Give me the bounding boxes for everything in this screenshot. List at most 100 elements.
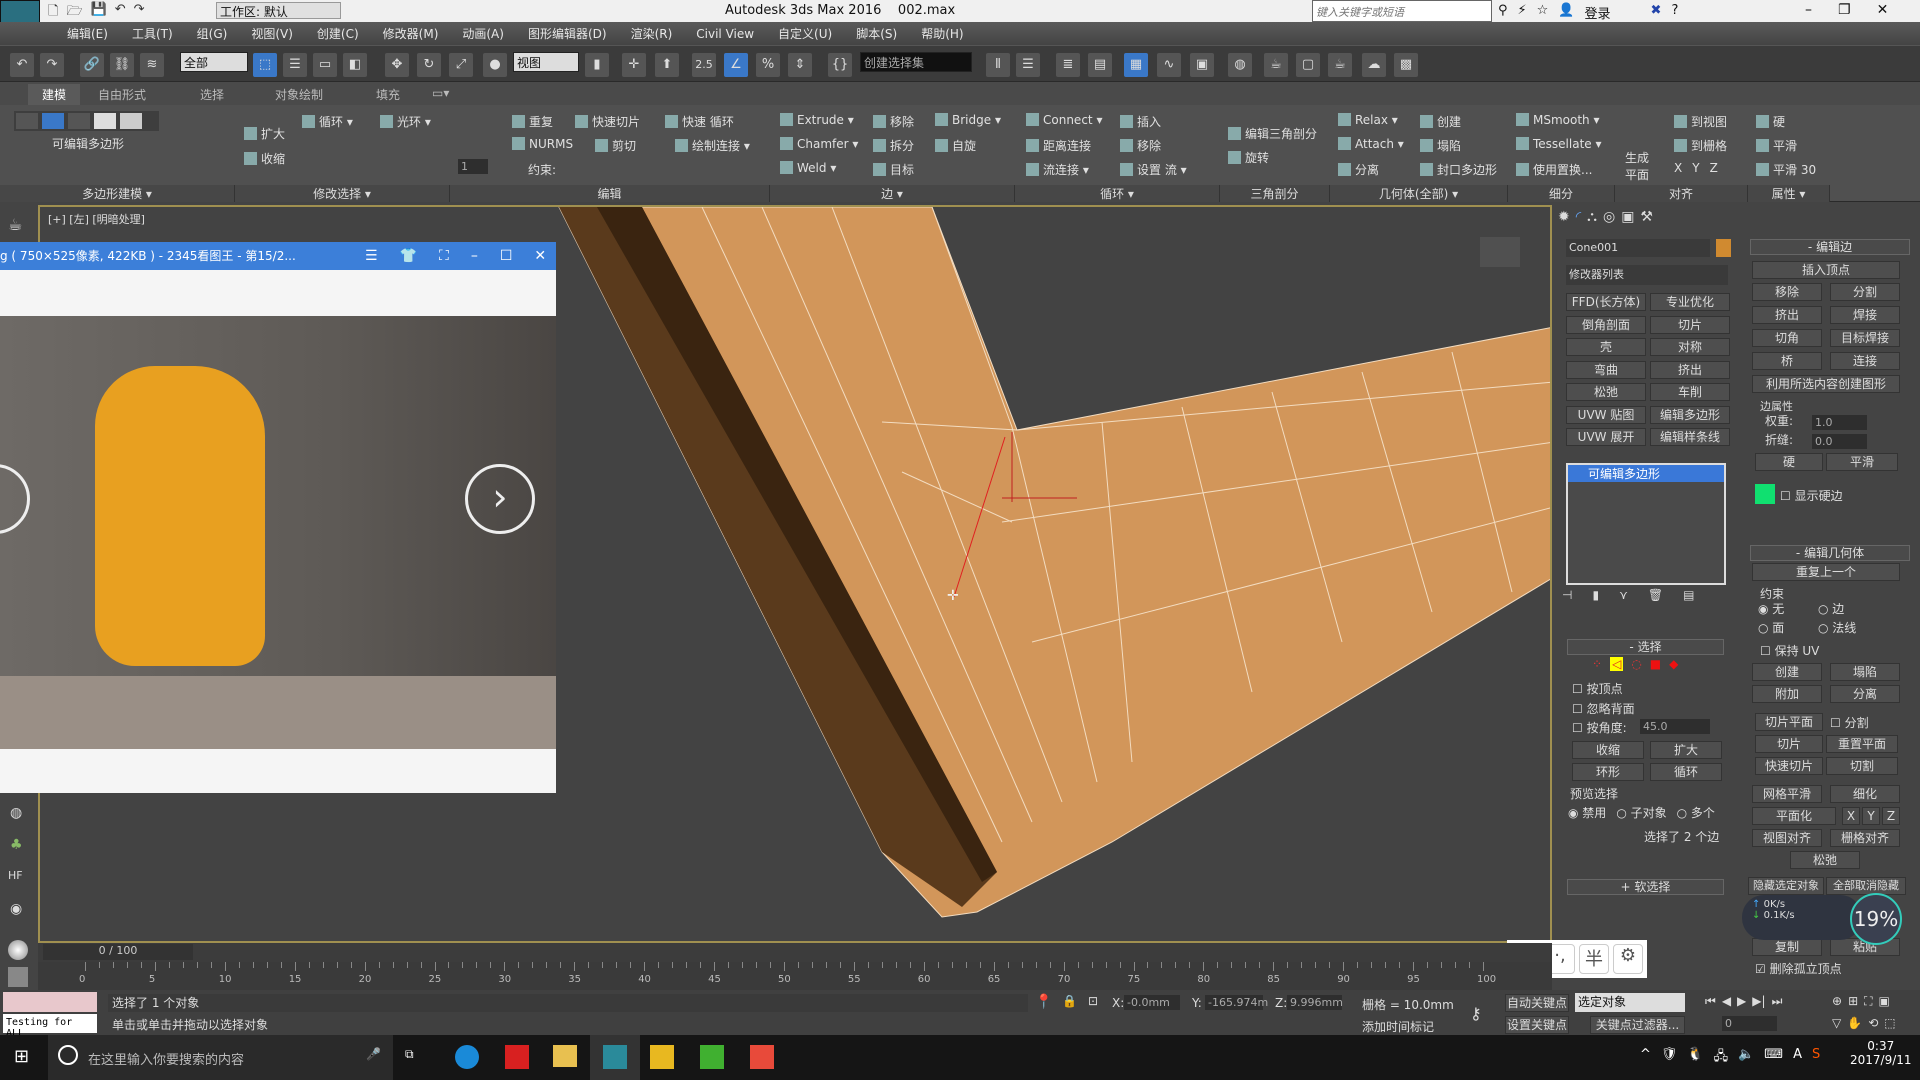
absolute-mode-icon[interactable]: ⊡: [1088, 994, 1098, 1008]
tab-modeling[interactable]: 建模: [28, 84, 81, 105]
help-search-input[interactable]: 键入关键字或短语: [1312, 0, 1492, 22]
ring-button[interactable]: 光环 ▾: [380, 113, 431, 130]
planarize-x-button[interactable]: X: [1842, 807, 1860, 825]
material-editor-icon[interactable]: ◍: [1228, 53, 1252, 77]
camera-icon[interactable]: ◉: [10, 901, 22, 917]
toggle-ribbon-icon[interactable]: ▤: [1088, 53, 1112, 77]
security-icon[interactable]: 🛡: [1661, 1047, 1678, 1069]
create-tab-icon[interactable]: ✹: [1558, 209, 1570, 225]
save-icon[interactable]: 💾: [91, 2, 107, 24]
modifier-button[interactable]: 编辑多边形: [1650, 405, 1730, 424]
planarize-z-button[interactable]: Z: [1882, 807, 1900, 825]
edit-edge-button[interactable]: 目标焊接: [1830, 329, 1900, 347]
pan-icon[interactable]: ✋: [1847, 1016, 1862, 1030]
by-vertex-checkbox[interactable]: ☐ 按顶点: [1572, 680, 1623, 697]
vertex-mode-icon[interactable]: [16, 113, 38, 129]
set-flow-button[interactable]: 设置 流 ▾: [1120, 161, 1187, 178]
constraint-face-radio[interactable]: ○ 面: [1758, 619, 1818, 636]
polygon-icon[interactable]: ■: [1650, 657, 1661, 671]
constraint-edge-radio[interactable]: ○ 边: [1818, 600, 1878, 617]
slice-button[interactable]: 切片: [1755, 735, 1823, 753]
ime-settings-button[interactable]: ⚙: [1613, 944, 1643, 974]
rect-selection-icon[interactable]: ▭: [313, 53, 337, 77]
modifier-button[interactable]: 编辑样条线: [1650, 428, 1730, 446]
angle-field[interactable]: 45.0: [1640, 719, 1710, 734]
edit-named-sets-icon[interactable]: {}: [828, 53, 852, 77]
connect-button[interactable]: Connect ▾: [1026, 113, 1102, 127]
hide-selected-button[interactable]: 隐藏选定对象: [1748, 877, 1824, 895]
plant-icon[interactable]: ♣: [10, 837, 23, 853]
relax-button[interactable]: 松弛: [1790, 851, 1860, 869]
scale-icon[interactable]: ⤢: [449, 53, 473, 77]
file-explorer-icon[interactable]: [553, 1045, 577, 1067]
minimize-button[interactable]: –: [471, 242, 478, 270]
split-checkbox[interactable]: ☐ 分割: [1830, 714, 1869, 731]
edit-edges-rollout-header[interactable]: - 编辑边: [1750, 239, 1910, 255]
reference-coord-select[interactable]: 视图: [513, 52, 579, 72]
hierarchy-tab-icon[interactable]: ⛬: [1587, 209, 1597, 225]
menu-civil-view[interactable]: Civil View: [684, 27, 766, 41]
camtasia-green-icon[interactable]: [700, 1045, 724, 1069]
remove-loop-button[interactable]: 移除: [1120, 137, 1161, 154]
shrink-button[interactable]: 收缩: [244, 150, 285, 167]
modify-tab-icon[interactable]: ◜: [1576, 209, 1581, 225]
loop-button[interactable]: 循环: [1650, 763, 1722, 781]
create-geom-button[interactable]: 创建: [1752, 663, 1822, 681]
motion-tab-icon[interactable]: ◎: [1603, 209, 1615, 225]
unhide-all-button[interactable]: 全部取消隐藏: [1826, 877, 1906, 895]
remove-button[interactable]: 移除: [873, 113, 914, 130]
object-color-swatch[interactable]: [1716, 239, 1731, 257]
utilities-tab-icon[interactable]: ⚒: [1640, 209, 1653, 225]
clock[interactable]: 0:37 2017/9/11: [1850, 1039, 1912, 1067]
viewport-label[interactable]: [+] [左] [明暗处理]: [48, 211, 145, 227]
zoom-all-icon[interactable]: ⊞: [1848, 994, 1858, 1009]
task-view-icon[interactable]: ⧉: [405, 1047, 414, 1062]
bind-space-warp-icon[interactable]: ≋: [140, 53, 164, 77]
flow-connect-button[interactable]: 流连接 ▾: [1026, 161, 1089, 178]
modifier-button[interactable]: UVW 展开: [1566, 428, 1646, 446]
viewer-title-bar[interactable]: g ( 750×525像素, 422KB ) - 2345看图王 - 第15/2…: [0, 242, 556, 270]
cap-poly-button[interactable]: 封口多边形: [1420, 161, 1497, 178]
placement-icon[interactable]: ●: [483, 53, 507, 77]
schematic-view-icon[interactable]: ▣: [1190, 53, 1214, 77]
tab-populate[interactable]: 填充: [376, 86, 400, 103]
constraint-normal-radio[interactable]: ○ 法线: [1818, 619, 1878, 636]
3dsmax-taskbar-icon[interactable]: [590, 1035, 640, 1080]
edit-edge-button[interactable]: 移除: [1752, 283, 1822, 301]
group-polygon-modeling[interactable]: 多边形建模 ▾: [0, 185, 235, 202]
move-icon[interactable]: ✥: [385, 53, 409, 77]
x-coord-field[interactable]: -0.0mm: [1124, 995, 1180, 1010]
display-tab-icon[interactable]: ▣: [1621, 209, 1634, 225]
edit-edge-button[interactable]: 桥: [1752, 352, 1822, 370]
modifier-button[interactable]: 对称: [1650, 338, 1730, 356]
msmooth-button[interactable]: MSmooth ▾: [1516, 113, 1600, 127]
create-button[interactable]: 创建: [1420, 113, 1461, 130]
globe-icon[interactable]: ◍: [10, 805, 22, 821]
menu-customize[interactable]: 自定义(U): [766, 25, 844, 42]
ignore-backfacing-checkbox[interactable]: ☐ 忽略背面: [1572, 700, 1635, 717]
group-loops[interactable]: 循环 ▾: [1015, 185, 1220, 202]
camtasia-red-icon[interactable]: [750, 1045, 774, 1069]
satellite-icon[interactable]: ⚡: [1518, 3, 1527, 22]
zoom-icon[interactable]: ⊕: [1832, 994, 1842, 1009]
modifier-button[interactable]: 倒角剖面: [1566, 315, 1646, 334]
selection-rollout-header[interactable]: - 选择: [1567, 639, 1724, 655]
login-link[interactable]: 登录: [1585, 3, 1611, 22]
element-mode-icon[interactable]: [120, 113, 142, 129]
hard-edge-color-swatch[interactable]: [1755, 484, 1775, 504]
go-to-start-icon[interactable]: ⏮: [1705, 994, 1716, 1009]
modifier-button[interactable]: UVW 贴图: [1566, 405, 1646, 424]
show-hard-edges-checkbox[interactable]: ☐ 显示硬边: [1780, 487, 1843, 504]
menu-edit[interactable]: 编辑(E): [55, 25, 120, 42]
align-z-button[interactable]: Z: [1710, 161, 1718, 175]
crease-field[interactable]: 0.0: [1812, 434, 1867, 449]
delete-isolated-checkbox[interactable]: ☑ 删除孤立顶点: [1755, 960, 1842, 977]
set-key-icon[interactable]: ⚷: [1470, 1004, 1482, 1023]
teapot-icon[interactable]: ☕: [8, 215, 22, 234]
configure-sets-icon[interactable]: ▤: [1683, 588, 1694, 602]
browser-app-icon[interactable]: [455, 1045, 479, 1069]
sphere-icon[interactable]: [8, 940, 28, 960]
rendered-frame-icon[interactable]: ▢: [1296, 53, 1320, 77]
pin-stack-icon[interactable]: ⊣: [1562, 588, 1572, 602]
selection-filter-select[interactable]: 全部: [180, 52, 248, 72]
